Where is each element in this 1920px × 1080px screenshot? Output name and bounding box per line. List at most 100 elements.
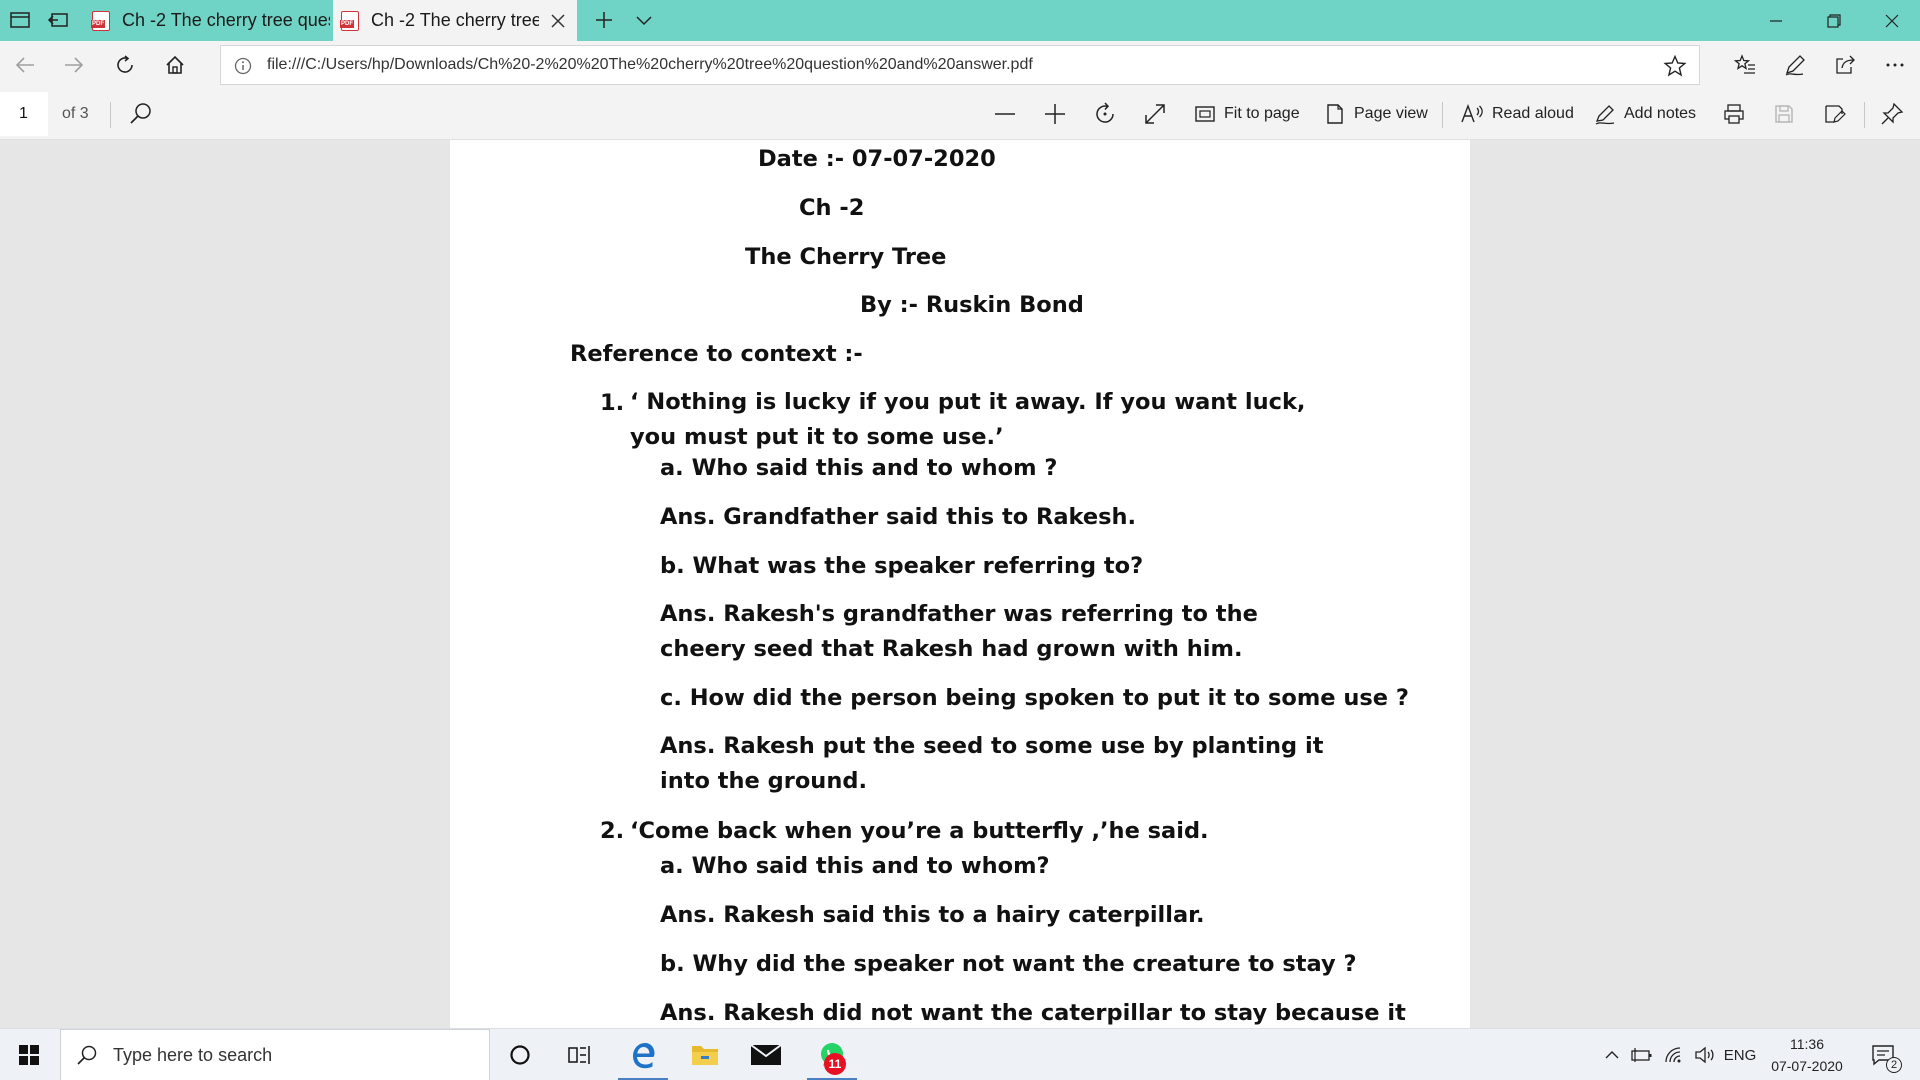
- tab-title: Ch -2 The cherry tree questi: [122, 10, 330, 30]
- save-as-button[interactable]: [1822, 100, 1846, 128]
- pen-icon[interactable]: [1780, 50, 1810, 80]
- print-button[interactable]: [1722, 100, 1746, 128]
- address-bar[interactable]: file:///C:/Users/hp/Downloads/Ch%20-2%20…: [220, 45, 1700, 85]
- url-text[interactable]: file:///C:/Users/hp/Downloads/Ch%20-2%20…: [267, 46, 1033, 84]
- start-button[interactable]: [0, 1029, 58, 1080]
- mail-taskbar-app[interactable]: [737, 1029, 795, 1080]
- sub-question: c. How did the person being spoken to pu…: [660, 685, 1409, 711]
- page-number-input[interactable]: 1: [0, 92, 48, 136]
- question-number: 1.: [600, 390, 625, 416]
- add-notes-label: Add notes: [1624, 105, 1697, 122]
- search-placeholder: Type here to search: [113, 1044, 273, 1065]
- forward-button[interactable]: [59, 50, 89, 80]
- print-icon: [1724, 104, 1744, 124]
- tab-title: Ch -2 The cherry tree qu: [371, 10, 539, 30]
- answer: Ans. Rakesh's grandfather was referring …: [660, 601, 1258, 662]
- pdf-toolbar: 1 of 3 Fit to page Page view Read aloud …: [0, 88, 1920, 140]
- add-notes-button[interactable]: Add notes: [1594, 100, 1696, 128]
- page-total: of 3: [62, 105, 89, 122]
- read-aloud-label: Read aloud: [1492, 105, 1574, 122]
- edge-taskbar-app[interactable]: [614, 1029, 672, 1080]
- show-hidden-icons-button[interactable]: [1600, 1029, 1624, 1080]
- favorites-icon[interactable]: [1730, 50, 1760, 80]
- new-tab-icon[interactable]: [592, 8, 616, 32]
- fit-to-page-label: Fit to page: [1224, 105, 1300, 122]
- clock-date: 07-07-2020: [1771, 1058, 1843, 1074]
- doc-title: The Cherry Tree: [745, 244, 947, 270]
- edge-icon: [633, 1043, 655, 1069]
- search-icon[interactable]: [128, 100, 154, 128]
- read-aloud-button[interactable]: Read aloud: [1460, 100, 1574, 128]
- favorite-star-icon[interactable]: [1663, 54, 1687, 78]
- doc-author: By :- Ruskin Bond: [860, 292, 1084, 318]
- pdf-page: Date :- 07-07-2020 Ch -2 The Cherry Tree…: [450, 140, 1470, 1028]
- info-icon[interactable]: [233, 56, 253, 76]
- tab-active[interactable]: Ch -2 The cherry tree qu: [333, 0, 577, 41]
- task-view-icon: [568, 1046, 590, 1064]
- doc-section-heading: Reference to context :-: [570, 341, 863, 367]
- fit-to-page-icon: [1195, 106, 1215, 122]
- page-view-icon: [1327, 104, 1343, 124]
- sub-question: a. Who said this and to whom ?: [660, 455, 1058, 481]
- cortana-button[interactable]: [491, 1029, 549, 1080]
- navigation-bar: file:///C:/Users/hp/Downloads/Ch%20-2%20…: [0, 41, 1920, 88]
- question-quote: ‘ Nothing is lucky if you put it away. I…: [630, 389, 1306, 450]
- wifi-icon[interactable]: [1660, 1029, 1688, 1080]
- page-view-button[interactable]: Page view: [1324, 100, 1428, 128]
- task-view-button[interactable]: [550, 1029, 608, 1080]
- answer: Ans. Rakesh put the seed to some use by …: [660, 733, 1324, 794]
- save-as-icon: [1825, 105, 1846, 123]
- system-clock[interactable]: 11:36 07-07-2020: [1760, 1033, 1854, 1077]
- fit-to-page-button[interactable]: Fit to page: [1194, 100, 1300, 128]
- minimize-button[interactable]: [1748, 0, 1804, 41]
- clock-time: 11:36: [1790, 1036, 1824, 1052]
- sub-question: a. Who said this and to whom?: [660, 853, 1050, 879]
- pdf-file-icon: [91, 10, 110, 31]
- page-view-label: Page view: [1354, 105, 1428, 122]
- toolbar-divider: [110, 102, 111, 128]
- save-button[interactable]: [1772, 100, 1796, 128]
- answer: Ans. Grandfather said this to Rakesh.: [660, 504, 1137, 530]
- full-screen-button[interactable]: [1142, 100, 1168, 128]
- doc-date: Date :- 07-07-2020: [758, 146, 996, 172]
- pin-toolbar-button[interactable]: [1880, 100, 1904, 128]
- sub-question: b. Why did the speaker not want the crea…: [660, 951, 1357, 977]
- notification-count-badge: 11: [824, 1053, 846, 1075]
- title-bar: Ch -2 The cherry tree questi Ch -2 The c…: [0, 0, 1920, 41]
- file-explorer-taskbar-app[interactable]: [676, 1029, 734, 1080]
- volume-icon[interactable]: [1690, 1029, 1720, 1080]
- zoom-in-button[interactable]: [1042, 100, 1068, 128]
- pdf-viewer[interactable]: Date :- 07-07-2020 Ch -2 The Cherry Tree…: [0, 140, 1920, 1028]
- battery-icon[interactable]: [1628, 1029, 1656, 1080]
- tab-actions-icon[interactable]: [8, 8, 32, 32]
- question-number: 2.: [600, 818, 625, 844]
- back-button[interactable]: [10, 50, 40, 80]
- toolbar-divider: [1864, 102, 1865, 128]
- more-options-icon[interactable]: [1880, 50, 1910, 80]
- home-button[interactable]: [160, 50, 190, 80]
- pen-icon: [1595, 105, 1615, 125]
- doc-chapter: Ch -2: [799, 195, 865, 221]
- tab-inactive[interactable]: Ch -2 The cherry tree questi: [84, 0, 330, 41]
- rotate-button[interactable]: [1092, 100, 1118, 128]
- answer: Ans. Rakesh said this to a hairy caterpi…: [660, 902, 1205, 928]
- tab-preview-chevron-icon[interactable]: [632, 8, 656, 32]
- set-tabs-aside-icon[interactable]: [46, 8, 70, 32]
- taskbar-search-box[interactable]: Type here to search: [60, 1029, 490, 1080]
- zoom-out-button[interactable]: [992, 100, 1018, 128]
- save-icon: [1775, 105, 1793, 123]
- chevron-up-icon: [1605, 1051, 1619, 1059]
- close-tab-icon[interactable]: [539, 0, 577, 41]
- language-indicator[interactable]: ENG: [1722, 1029, 1758, 1080]
- question-quote: ‘Come back when you’re a butterfly ,’he …: [630, 818, 1209, 844]
- cortana-icon: [510, 1045, 530, 1065]
- share-icon[interactable]: [1830, 50, 1860, 80]
- taskbar: Type here to search 11 ENG 11:36 07-07-2…: [0, 1028, 1920, 1080]
- search-icon: [77, 1045, 97, 1065]
- read-aloud-icon: [1461, 104, 1483, 123]
- action-center-button[interactable]: 2: [1864, 1029, 1904, 1080]
- answer: Ans. Rakesh did not want the caterpillar…: [660, 1000, 1406, 1026]
- restore-button[interactable]: [1806, 0, 1862, 41]
- refresh-button[interactable]: [110, 50, 140, 80]
- close-window-button[interactable]: [1864, 0, 1920, 41]
